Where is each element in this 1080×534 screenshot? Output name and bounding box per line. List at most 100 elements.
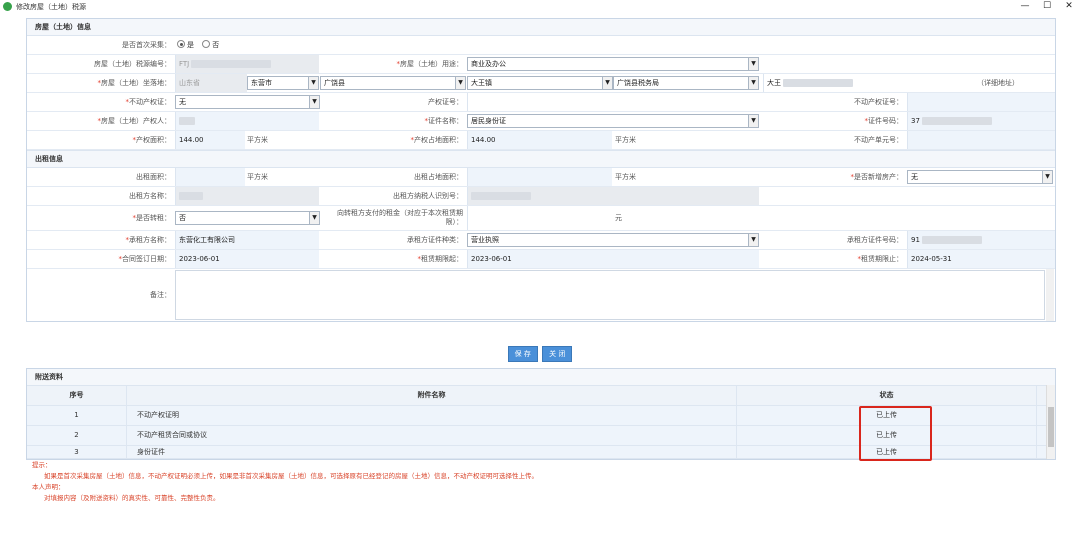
source-no-label: 房屋（土地）税源编号： — [94, 60, 171, 68]
lessee-name-field[interactable]: 东营化工有限公司 — [175, 231, 319, 249]
form-row: 备注： — [27, 269, 1055, 321]
attachments-heading: 附送资料 — [27, 369, 1055, 386]
window-title: 修改房屋（土地）税源 — [16, 3, 86, 11]
form-row: *合同签订日期： 2023-06-01 *租赁期限起： 2023-06-01 *… — [27, 250, 1055, 269]
attachments-scrollbar[interactable] — [1046, 385, 1055, 459]
lessee-id-no-label: 承租方证件号码： — [847, 236, 903, 244]
sublease-select[interactable]: 否 ▼ — [175, 211, 320, 225]
sublease-label: *是否转租： — [132, 214, 172, 222]
form-row: 出租方名称： 出租方纳税人识别号： — [27, 187, 1055, 206]
rent-area-field[interactable] — [175, 168, 245, 186]
radio-no-label: 否 — [212, 41, 220, 49]
id-no-label: *证件号码： — [864, 117, 904, 125]
rent-start-label: *租赁期限起： — [417, 255, 464, 263]
city-select[interactable]: 东营市 ▼ — [247, 76, 319, 90]
unit-no-field[interactable] — [907, 131, 1055, 149]
minimize-button[interactable]: — — [1018, 1, 1032, 11]
chevron-down-icon: ▼ — [455, 77, 465, 89]
id-no-field[interactable]: 37 — [907, 112, 1055, 130]
owner-field[interactable] — [175, 112, 319, 130]
realty-cert-no-field[interactable] — [907, 93, 1055, 111]
col-name-header: 附件名称 — [127, 386, 737, 405]
chevron-down-icon: ▼ — [748, 58, 758, 70]
new-property-label: *是否新增房产： — [850, 173, 904, 181]
area-field[interactable]: 144.00 — [175, 131, 245, 149]
sublease-rent-label: 向转租方支付的租金（对应于本次租赁期限）： — [337, 209, 463, 226]
land-area-field[interactable]: 144.00 — [467, 131, 612, 149]
row-no: 1 — [27, 406, 127, 425]
form-row: 是否首次采集： 是 否 — [27, 36, 1055, 55]
form-row: 出租面积： 平方米 出租占地面积： 平方米 *是否新增房产： 无 ▼ — [27, 168, 1055, 187]
usage-select[interactable]: 商业及办公 ▼ — [467, 57, 759, 71]
id-type-label: *证件名称： — [424, 117, 464, 125]
remark-label: 备注： — [150, 291, 171, 299]
declaration-line: 对填报内容（及附送资料）的真实性、可靠性、完整性负责。 — [44, 494, 220, 502]
rent-area-unit: 平方米 — [247, 173, 268, 181]
form-row: 房屋（土地）税源编号： FTJ *房屋（土地）用途： 商业及办公 ▼ — [27, 55, 1055, 74]
rent-land-area-field[interactable] — [467, 168, 612, 186]
row-name: 身份证件 — [127, 446, 737, 458]
right-cert-no-field[interactable] — [467, 93, 759, 111]
tax-bureau-select[interactable]: 广饶县税务局 ▼ — [613, 76, 759, 90]
radio-yes[interactable] — [177, 40, 185, 48]
col-status-header: 状态 — [737, 386, 1037, 405]
detail-address-hint: （详细地址） — [977, 79, 1019, 87]
chevron-down-icon: ▼ — [309, 96, 319, 108]
row-no: 2 — [27, 426, 127, 445]
town-select[interactable]: 大王镇 ▼ — [467, 76, 613, 90]
row-name: 不动产租赁合同或协议 — [127, 426, 737, 445]
contract-date-field[interactable]: 2023-06-01 — [175, 250, 319, 268]
attachments-header: 序号 附件名称 状态 — [27, 386, 1055, 406]
source-no-field[interactable]: FTJ — [175, 55, 319, 73]
declaration-title: 本人声明： — [32, 483, 65, 491]
col-no-header: 序号 — [27, 386, 127, 405]
new-property-select[interactable]: 无 ▼ — [907, 170, 1053, 184]
lessor-name-field[interactable] — [175, 187, 319, 205]
right-cert-no-label: 产权证号： — [428, 98, 463, 106]
form-row: *是否转租： 否 ▼ 向转租方支付的租金（对应于本次租赁期限）： 元 — [27, 206, 1055, 231]
lessee-id-no-field[interactable]: 91 — [907, 231, 1055, 249]
maximize-button[interactable]: ☐ — [1040, 1, 1054, 11]
close-window-button[interactable]: ✕ — [1062, 1, 1076, 11]
rent-end-label: *租赁期限止： — [857, 255, 904, 263]
rent-end-field[interactable]: 2024-05-31 — [907, 250, 1055, 268]
chevron-down-icon: ▼ — [748, 115, 758, 127]
chevron-down-icon: ▼ — [602, 77, 612, 89]
lessee-id-type-select[interactable]: 营业执照 ▼ — [467, 233, 759, 247]
property-cert-select[interactable]: 无 ▼ — [175, 95, 320, 109]
land-area-unit: 平方米 — [615, 136, 636, 144]
house-section-heading: 房屋（土地）信息 — [27, 19, 1055, 36]
rent-area-label: 出租面积： — [136, 173, 171, 181]
location-label: *房屋（土地）坐落地： — [97, 79, 172, 87]
lessor-tax-id-label: 出租方纳税人识别号： — [393, 192, 463, 200]
chevron-down-icon: ▼ — [1042, 171, 1052, 183]
owner-label: *房屋（土地）产权人： — [97, 117, 172, 125]
hint-line-1: 如果是首次采集房屋（土地）信息，不动产权证明必须上传，如果是非首次采集房屋（土地… — [44, 472, 538, 480]
county-select[interactable]: 广饶县 ▼ — [320, 76, 466, 90]
province-field[interactable]: 山东省 — [175, 74, 247, 92]
row-name: 不动产权证明 — [127, 406, 737, 425]
save-button[interactable]: 保 存 — [507, 346, 538, 362]
area-label: *产权面积： — [132, 136, 172, 144]
remark-scrollbar[interactable] — [1046, 269, 1054, 321]
remark-textarea[interactable] — [175, 270, 1045, 320]
unit-no-label: 不动产单元号： — [854, 136, 903, 144]
usage-label: *房屋（土地）用途： — [396, 60, 464, 68]
form-row: *承租方名称： 东营化工有限公司 承租方证件种类： 营业执照 ▼ 承租方证件号码：… — [27, 231, 1055, 250]
realty-cert-no-label: 不动产权证号： — [854, 98, 903, 106]
sublease-rent-unit: 元 — [615, 214, 622, 222]
status-highlight-box — [859, 406, 932, 461]
lessor-tax-id-field[interactable] — [467, 187, 759, 205]
radio-no[interactable] — [202, 40, 211, 48]
chevron-down-icon: ▼ — [748, 77, 758, 89]
id-type-select[interactable]: 居民身份证 ▼ — [467, 114, 759, 128]
form-row: *房屋（土地）坐落地： 山东省 东营市 ▼ 广饶县 ▼ 大王镇 ▼ 广饶县税务局 ▼ 大… — [27, 74, 1055, 93]
chevron-down-icon: ▼ — [308, 77, 318, 89]
rent-start-field[interactable]: 2023-06-01 — [467, 250, 759, 268]
street-field[interactable]: 大王 — [763, 74, 973, 92]
property-cert-label: *不动产权证： — [125, 98, 172, 106]
close-button[interactable]: 关 闭 — [542, 346, 573, 362]
first-collect-radios: 是 否 — [177, 36, 337, 54]
sublease-rent-field[interactable] — [467, 206, 612, 230]
scrollbar-thumb[interactable] — [1048, 407, 1054, 447]
